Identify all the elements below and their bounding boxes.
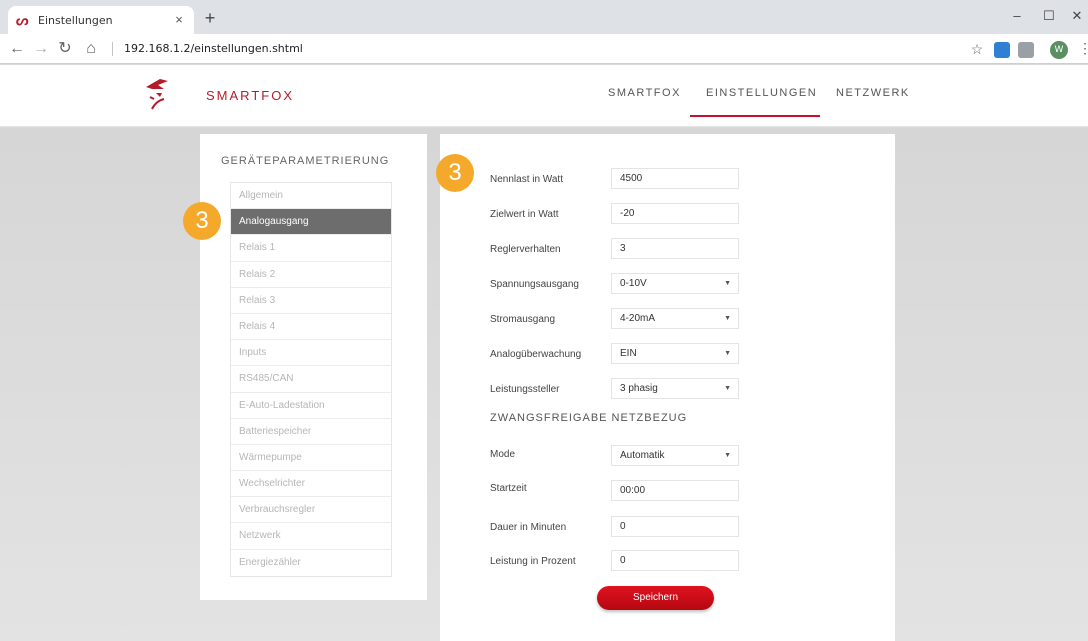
nav-einstellungen[interactable]: EINSTELLUNGEN: [706, 87, 817, 99]
sidebar-card: GERÄTEPARAMETRIERUNG Allgemein Analogaus…: [200, 134, 427, 600]
bookmark-star-icon[interactable]: ☆: [966, 39, 988, 61]
browser-toolbar: ← → ↻ ⌂ 192.168.1.2/einstellungen.shtml …: [0, 34, 1088, 64]
input-leistung[interactable]: 0: [611, 550, 739, 571]
menu-item-netzwerk[interactable]: Netzwerk: [231, 523, 391, 550]
browser-tab-bar: ᔕ Einstellungen × + – ☐ ✕: [0, 0, 1088, 34]
settings-menu: Allgemein Analogausgang Relais 1 Relais …: [230, 182, 392, 577]
step-badge-sidebar: 3: [183, 202, 221, 240]
input-nennlast[interactable]: 4500: [611, 168, 739, 189]
label-nennlast: Nennlast in Watt: [490, 174, 563, 185]
select-spannungsausgang[interactable]: 0-10V ▼: [611, 273, 739, 294]
select-leistungssteller-value: 3 phasig: [620, 383, 658, 394]
input-dauer[interactable]: 0: [611, 516, 739, 537]
select-stromausgang[interactable]: 4-20mA ▼: [611, 308, 739, 329]
section-title-zwangsfreigabe: ZWANGSFREIGABE NETZBEZUG: [490, 412, 688, 424]
menu-item-energiezaehler[interactable]: Energiezähler: [231, 550, 391, 576]
new-tab-button[interactable]: +: [200, 9, 220, 29]
brand-name[interactable]: SMARTFOX: [206, 88, 294, 103]
sidebar-title: GERÄTEPARAMETRIERUNG: [221, 155, 390, 167]
label-mode: Mode: [490, 449, 516, 460]
select-leistungssteller[interactable]: 3 phasig ▼: [611, 378, 739, 399]
reload-icon[interactable]: ↻: [54, 39, 76, 61]
menu-item-rs485-can[interactable]: RS485/CAN: [231, 366, 391, 393]
address-bar[interactable]: 192.168.1.2/einstellungen.shtml: [112, 38, 984, 60]
nav-smartfox[interactable]: SMARTFOX: [608, 87, 681, 99]
label-startzeit: Startzeit: [490, 483, 527, 494]
url-separator: [112, 42, 113, 56]
menu-item-waermepumpe[interactable]: Wärmepumpe: [231, 445, 391, 472]
minimize-window-icon[interactable]: –: [1006, 5, 1028, 27]
select-stromausgang-value: 4-20mA: [620, 313, 656, 324]
forward-arrow-icon[interactable]: →: [30, 39, 52, 61]
site-header: SMARTFOX SMARTFOX EINSTELLUNGEN NETZWERK: [0, 65, 1088, 127]
dropdown-arrow-icon: ▼: [724, 350, 731, 357]
smartfox-favicon-icon: ᔕ: [16, 12, 29, 28]
browser-menu-icon[interactable]: ⋮: [1078, 40, 1088, 57]
menu-item-inputs[interactable]: Inputs: [231, 340, 391, 367]
input-startzeit[interactable]: 00:00: [611, 480, 739, 501]
cast-icon[interactable]: [1018, 42, 1034, 58]
label-spannungsausgang: Spannungsausgang: [490, 279, 579, 290]
label-leistungssteller: Leistungssteller: [490, 384, 560, 395]
dropdown-arrow-icon: ▼: [724, 315, 731, 322]
menu-item-allgemein[interactable]: Allgemein: [231, 183, 391, 210]
label-analogueberwachung: Analogüberwachung: [490, 349, 582, 360]
select-spannungsausgang-value: 0-10V: [620, 278, 647, 289]
nav-netzwerk[interactable]: NETZWERK: [836, 87, 910, 99]
dropdown-arrow-icon: ▼: [724, 280, 731, 287]
menu-item-relais-1[interactable]: Relais 1: [231, 235, 391, 262]
close-window-icon[interactable]: ✕: [1066, 5, 1088, 27]
menu-item-relais-3[interactable]: Relais 3: [231, 288, 391, 314]
dropdown-arrow-icon: ▼: [724, 452, 731, 459]
maximize-window-icon[interactable]: ☐: [1038, 5, 1060, 27]
menu-item-e-auto-ladestation[interactable]: E-Auto-Ladestation: [231, 393, 391, 419]
home-icon[interactable]: ⌂: [80, 39, 102, 61]
input-reglerverhalten[interactable]: 3: [611, 238, 739, 259]
label-leistung: Leistung in Prozent: [490, 556, 576, 567]
extension-icon[interactable]: [994, 42, 1010, 58]
tab-close-icon[interactable]: ×: [172, 13, 186, 27]
menu-item-relais-4[interactable]: Relais 4: [231, 314, 391, 341]
smartfox-logo-icon[interactable]: [142, 75, 176, 113]
save-button[interactable]: Speichern: [597, 586, 714, 610]
input-zielwert[interactable]: -20: [611, 203, 739, 224]
label-dauer: Dauer in Minuten: [490, 522, 567, 533]
select-mode[interactable]: Automatik ▼: [611, 445, 739, 466]
dropdown-arrow-icon: ▼: [724, 385, 731, 392]
select-mode-value: Automatik: [620, 450, 665, 461]
select-analogueberwachung-value: EIN: [620, 348, 637, 359]
label-reglerverhalten: Reglerverhalten: [490, 244, 561, 255]
browser-tab[interactable]: ᔕ Einstellungen ×: [8, 6, 194, 34]
active-nav-underline: [690, 115, 820, 117]
url-text: 192.168.1.2/einstellungen.shtml: [124, 42, 303, 55]
menu-item-verbrauchsregler[interactable]: Verbrauchsregler: [231, 497, 391, 524]
back-arrow-icon[interactable]: ←: [6, 39, 28, 61]
label-stromausgang: Stromausgang: [490, 314, 556, 325]
menu-item-analogausgang[interactable]: Analogausgang: [231, 209, 391, 236]
settings-form-card: Nennlast in Watt 4500 Zielwert in Watt -…: [440, 134, 895, 641]
label-zielwert: Zielwert in Watt: [490, 209, 559, 220]
menu-item-wechselrichter[interactable]: Wechselrichter: [231, 471, 391, 498]
page-body: GERÄTEPARAMETRIERUNG Allgemein Analogaus…: [0, 128, 1088, 641]
profile-avatar[interactable]: W: [1050, 41, 1068, 59]
menu-item-batteriespeicher[interactable]: Batteriespeicher: [231, 419, 391, 445]
step-badge-form: 3: [436, 154, 474, 192]
select-analogueberwachung[interactable]: EIN ▼: [611, 343, 739, 364]
menu-item-relais-2[interactable]: Relais 2: [231, 262, 391, 288]
tab-title: Einstellungen: [38, 13, 113, 27]
